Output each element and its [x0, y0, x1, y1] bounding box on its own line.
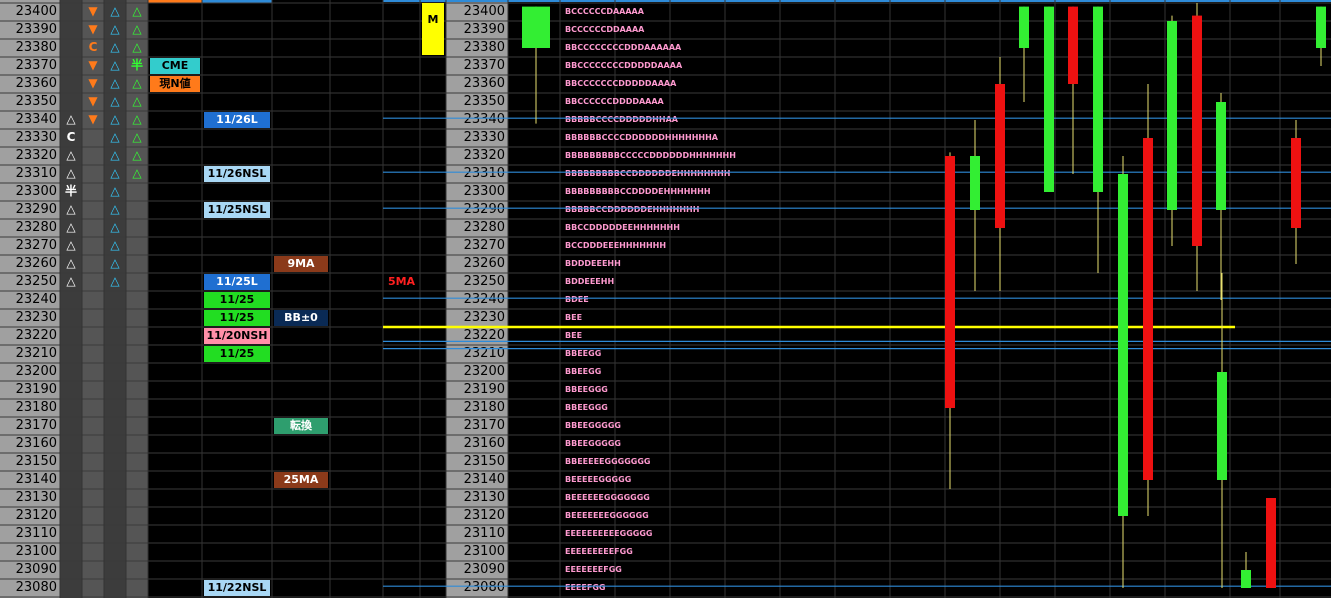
candle: [522, 6, 550, 124]
candle-body: [1316, 6, 1326, 49]
candle-body: [1118, 174, 1128, 516]
candle-body: [1143, 138, 1153, 480]
candle: [945, 152, 955, 489]
candle-body: [995, 84, 1005, 228]
candle: [1068, 6, 1078, 174]
candle-body: [945, 156, 955, 408]
candle-body: [1044, 6, 1054, 192]
candle: [1291, 120, 1301, 264]
candle: [1216, 93, 1226, 300]
candle: [1019, 6, 1029, 102]
candle-body: [1241, 570, 1251, 588]
candle: [1143, 84, 1153, 516]
candle: [995, 57, 1005, 291]
candle-body: [1068, 6, 1078, 85]
candle-body: [1167, 21, 1177, 210]
candle: [1217, 273, 1227, 588]
candle-body: [1291, 138, 1301, 228]
candle: [1266, 498, 1276, 588]
candle: [1093, 6, 1103, 273]
candle: [970, 120, 980, 291]
candle-body: [1093, 6, 1103, 192]
candle: [1118, 156, 1128, 588]
candle-body: [1019, 6, 1029, 49]
candlestick-chart: [383, 3, 1331, 588]
candle: [1192, 3, 1202, 291]
candle: [1241, 552, 1251, 588]
candle: [1316, 6, 1326, 66]
price-ladder-chart: 23400 23400 23390 23390 23380 23380 23370 23370…: [0, 0, 1331, 598]
candle-body: [522, 6, 550, 49]
candle-body: [1216, 102, 1226, 210]
candle: [1167, 15, 1177, 246]
candle-body: [1266, 498, 1276, 588]
candle-body: [970, 156, 980, 210]
candle-body: [1192, 15, 1202, 246]
candle: [1044, 6, 1054, 192]
candle-body: [1217, 372, 1227, 480]
